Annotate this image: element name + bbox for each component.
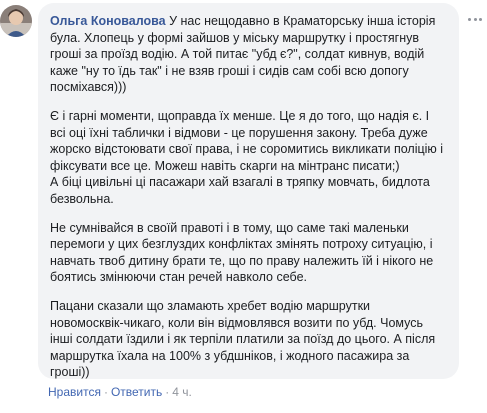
reply-link[interactable]: Ответить [111,385,162,399]
more-options-icon[interactable] [468,16,482,22]
comment-bubble: Ольга Коновалова У нас нещодавно в Крама… [38,3,459,379]
timestamp[interactable]: 4 ч. [172,385,192,399]
comment-paragraph: Є і гарні моменти, щоправда їх менше. Це… [50,108,444,206]
separator: · [103,385,108,399]
comment-paragraph: Ольга Коновалова У нас нещодавно в Крама… [50,13,447,96]
comment-author-link[interactable]: Ольга Коновалова [50,14,166,28]
comment-paragraph: Пацани сказали що зламають хребет водію … [50,298,436,380]
separator: · [165,385,170,399]
like-link[interactable]: Нравится [48,385,101,399]
avatar-image [0,5,32,37]
comment-paragraph: Не сумнівайся в своїй правоті і в тому, … [50,220,434,285]
comment-actions: Нравится · Ответить · 4 ч. [48,385,192,399]
avatar[interactable] [0,5,32,37]
